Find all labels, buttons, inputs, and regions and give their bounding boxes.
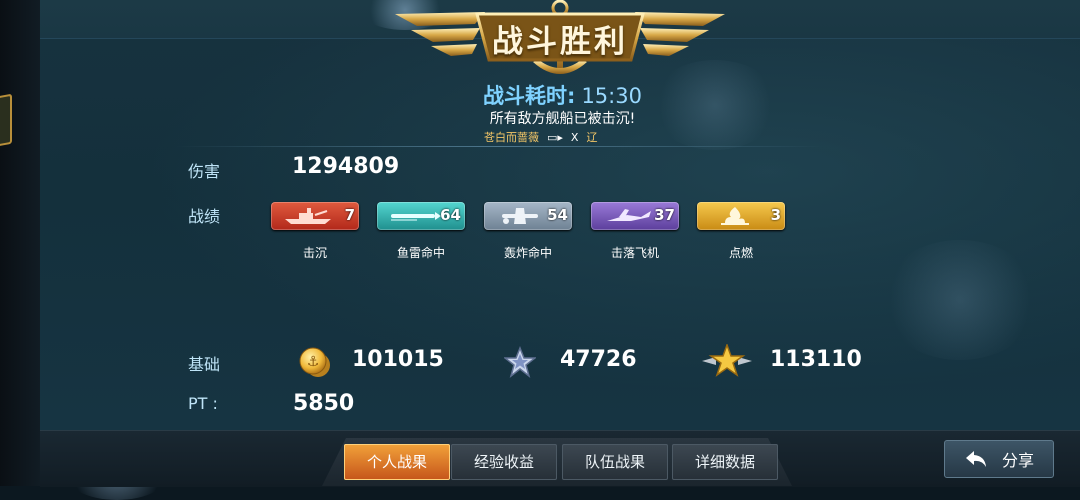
battleship-icon	[285, 208, 331, 224]
cloud-decoration	[880, 240, 1040, 360]
tab-personal-results[interactable]: 个人战果	[344, 444, 450, 480]
medal-torpedo[interactable]: 64	[377, 202, 465, 230]
tab-detailed-data[interactable]: 详细数据	[672, 444, 778, 480]
medal-aircraft-count: 37	[654, 206, 675, 224]
medal-aircraft-label: 击落飞机	[610, 246, 659, 260]
medal-sink-count: 7	[344, 206, 355, 224]
victory-title: 战斗胜利	[492, 24, 628, 60]
medal-fire-label: 点燃	[728, 246, 753, 260]
medal-aircraft[interactable]: 37	[591, 202, 679, 230]
pt-value: 5850	[293, 391, 355, 416]
damage-value: 1294809	[292, 154, 400, 179]
merit-star-icon	[702, 344, 752, 377]
return-arrow-icon	[965, 451, 986, 467]
exp-star-icon	[504, 346, 536, 378]
torpedo-icon	[391, 212, 441, 221]
merit-reward-value: 113110	[770, 347, 862, 372]
last-kill-feed: 苍白而蔷薇 ▭▸ X 辽	[484, 129, 597, 145]
victory-emblem: 战斗胜利	[395, 0, 725, 82]
medal-bomb[interactable]: 54	[484, 202, 572, 230]
killer-name: 苍白而蔷薇	[484, 131, 539, 144]
record-label: 战绩	[188, 207, 221, 226]
share-button-label: 分享	[1001, 451, 1034, 470]
coin-reward-value: 101015	[352, 347, 444, 372]
gold-coin-icon: ⚓	[299, 347, 330, 377]
kill-marker: X	[570, 130, 579, 144]
medal-sink-label: 击沉	[302, 246, 327, 260]
medal-bomb-count: 54	[547, 206, 568, 224]
battle-duration: 战斗耗时: 15:30	[0, 80, 1080, 110]
result-message: 所有敌方舰船已被击沉!	[489, 111, 636, 127]
damage-label: 伤害	[188, 162, 221, 181]
aircraft-icon	[607, 209, 651, 221]
medal-fire[interactable]: 3	[697, 202, 785, 230]
share-button[interactable]: 分享	[944, 440, 1054, 478]
pt-label: PT :	[188, 394, 218, 413]
bomber-icon	[502, 208, 538, 224]
exp-reward-value: 47726	[560, 347, 637, 372]
svg-text:⚓: ⚓	[307, 354, 320, 370]
fire-icon	[721, 207, 749, 225]
medal-torpedo-label: 鱼雷命中	[396, 246, 445, 260]
header-divider	[175, 146, 825, 147]
kill-arrow-icon: ▭▸	[547, 130, 563, 144]
victim-name: 辽	[586, 131, 598, 144]
left-edge-strip	[0, 0, 40, 486]
medal-fire-count: 3	[770, 206, 781, 224]
base-reward-label: 基础	[188, 355, 221, 374]
medal-torpedo-count: 64	[440, 206, 461, 224]
tab-exp-gain[interactable]: 经验收益	[451, 444, 557, 480]
battle-duration-label: 战斗耗时:	[483, 84, 576, 108]
medal-sink[interactable]: 7	[271, 202, 359, 230]
battle-duration-value: 15:30	[581, 84, 642, 108]
medal-bomb-label: 轰炸命中	[503, 246, 552, 260]
tab-team-results[interactable]: 队伍战果	[562, 444, 668, 480]
